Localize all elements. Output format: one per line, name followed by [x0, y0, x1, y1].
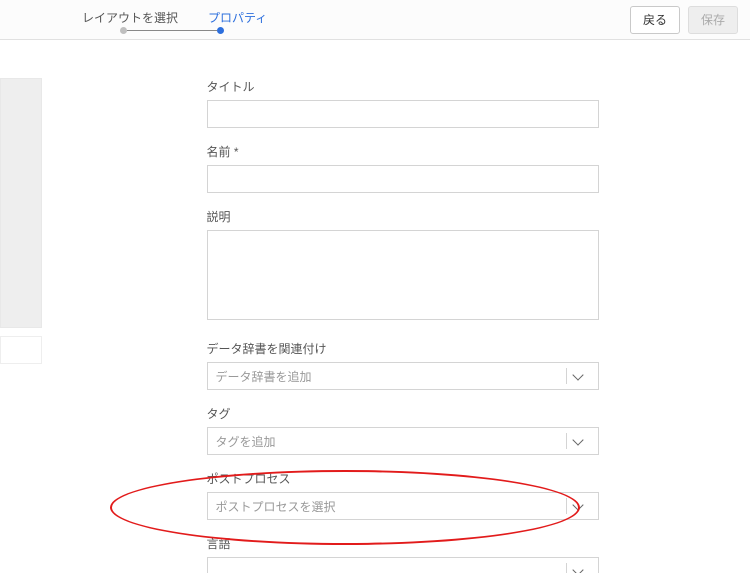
required-marker: * [234, 145, 239, 159]
select-language[interactable] [207, 557, 599, 573]
label-name-text: 名前 [207, 145, 231, 159]
chevron-wrap [566, 498, 590, 514]
top-header: レイアウトを選択 プロパティ 戻る 保存 [0, 0, 750, 40]
step-dot-active [217, 27, 224, 34]
chevron-down-icon [572, 434, 583, 445]
step-layout-label: レイアウトを選択 [82, 9, 178, 26]
chevron-down-icon [572, 564, 583, 573]
field-datadict: データ辞書を関連付け データ辞書を追加 [207, 340, 599, 390]
body: タイトル 名前 * 説明 データ辞書を関連付け データ辞書を追加 タグ [0, 40, 750, 573]
select-tags[interactable]: タグを追加 [207, 427, 599, 455]
step-dots-row [120, 27, 224, 34]
select-postprocess[interactable]: ポストプロセスを選択 [207, 492, 599, 520]
step-connector [127, 30, 217, 31]
chevron-wrap [566, 368, 590, 384]
left-thumbnail-pane [0, 40, 55, 573]
back-button[interactable]: 戻る [630, 6, 680, 34]
save-button: 保存 [688, 6, 738, 34]
field-language: 言語 [207, 535, 599, 573]
step-properties-label: プロパティ [208, 9, 267, 26]
field-postprocess: ポストプロセス ポストプロセスを選択 [207, 470, 599, 520]
form-area: タイトル 名前 * 説明 データ辞書を関連付け データ辞書を追加 タグ [55, 40, 750, 573]
label-title: タイトル [207, 78, 599, 95]
field-tags: タグ タグを追加 [207, 405, 599, 455]
field-title: タイトル [207, 78, 599, 128]
select-postprocess-placeholder: ポストプロセスを選択 [216, 498, 566, 515]
field-description: 説明 [207, 208, 599, 325]
label-language: 言語 [207, 535, 599, 552]
label-tags: タグ [207, 405, 599, 422]
properties-form: タイトル 名前 * 説明 データ辞書を関連付け データ辞書を追加 タグ [207, 78, 599, 573]
step-dot-done [120, 27, 127, 34]
layout-thumbnail-blank[interactable] [0, 336, 42, 364]
input-name[interactable] [207, 165, 599, 193]
label-postprocess: ポストプロセス [207, 470, 599, 487]
chevron-wrap [566, 563, 590, 573]
select-datadict[interactable]: データ辞書を追加 [207, 362, 599, 390]
select-tags-placeholder: タグを追加 [216, 433, 566, 450]
select-datadict-placeholder: データ辞書を追加 [216, 368, 566, 385]
field-name: 名前 * [207, 143, 599, 193]
label-name: 名前 * [207, 143, 599, 160]
chevron-down-icon [572, 369, 583, 380]
label-datadict: データ辞書を関連付け [207, 340, 599, 357]
step-indicator: レイアウトを選択 プロパティ [82, 9, 267, 30]
chevron-down-icon [572, 499, 583, 510]
input-title[interactable] [207, 100, 599, 128]
header-buttons: 戻る 保存 [630, 6, 738, 34]
chevron-wrap [566, 433, 590, 449]
input-description[interactable] [207, 230, 599, 320]
layout-thumbnail[interactable] [0, 78, 42, 328]
label-description: 説明 [207, 208, 599, 225]
